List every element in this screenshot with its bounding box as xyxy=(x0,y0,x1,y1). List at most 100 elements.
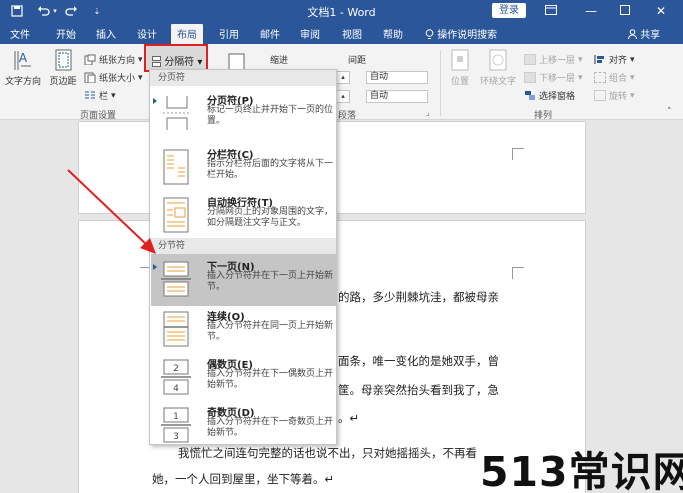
menu-item-column-break[interactable]: 分栏符(C) 指示分栏符后面的文字将从下一栏开始。 xyxy=(151,142,337,194)
tab-view[interactable]: 视图 xyxy=(342,26,362,41)
tab-file[interactable]: 文件 xyxy=(10,26,30,41)
size-button[interactable]: 纸张大小 ▾ xyxy=(84,71,143,84)
breaks-dropdown-menu: 分页符 分页符(P) 标记一页终止并开始下一页的位置。 分栏符(C) 指示分栏符… xyxy=(149,69,337,445)
continuous-break-icon xyxy=(163,311,189,347)
breaks-text: 分隔符 xyxy=(164,57,195,68)
margins-icon xyxy=(55,49,72,71)
breaks-button[interactable]: 分隔符 ▾ xyxy=(144,44,208,72)
rotate-icon xyxy=(594,90,606,101)
menu-item-desc: 分隔网页上的对象周围的文字，如分隔题注文字与正文。 xyxy=(207,207,334,228)
bring-forward-icon xyxy=(524,54,536,65)
selection-pane-button[interactable]: 选择窗格 xyxy=(524,89,575,102)
submenu-marker-icon xyxy=(153,98,157,104)
menu-item-text-wrapping-break[interactable]: 自动换行符(T) 分隔网页上的对象周围的文字，如分隔题注文字与正文。 xyxy=(151,190,337,242)
send-backward-button[interactable]: 下移一层 ▾ xyxy=(524,71,583,84)
tell-me-label: 操作说明搜索 xyxy=(437,30,498,41)
align-icon xyxy=(594,55,604,64)
menu-item-odd-page[interactable]: 13 奇数页(D) 插入分节符并在下一奇数页上开始新节。 xyxy=(151,400,337,452)
spacing-after-input[interactable]: 自动 xyxy=(366,90,428,103)
tab-mailings[interactable]: 邮件 xyxy=(260,26,280,41)
group-label: 组合 xyxy=(609,74,628,84)
group-button[interactable]: 组合 ▾ xyxy=(594,71,635,84)
save-icon[interactable] xyxy=(8,3,26,19)
share-button[interactable]: 共享 xyxy=(628,26,660,41)
indent-right-spinner[interactable]: ▴ xyxy=(336,71,350,84)
indent-left-spinner[interactable]: ▴ xyxy=(336,90,350,103)
menu-item-desc: 插入分节符并在下一页上开始新节。 xyxy=(207,271,334,292)
send-backward-label: 下移一层 xyxy=(539,74,576,84)
menu-item-desc: 插入分节符并在下一奇数页上开始新节。 xyxy=(207,417,334,438)
doc-line: 面条，唯一变化的是她双手，曾 xyxy=(338,354,499,368)
customize-icon[interactable]: ⇣ xyxy=(88,3,106,19)
tab-references[interactable]: 引用 xyxy=(219,26,239,41)
columns-button[interactable]: 栏 ▾ xyxy=(84,89,116,102)
breaks-icon xyxy=(152,56,161,67)
paragraph-dialog-launcher-icon[interactable]: ⌟ xyxy=(426,108,430,117)
person-icon xyxy=(628,29,637,40)
margins-label: 页边距 xyxy=(49,77,77,87)
text-direction-button[interactable]: A 文字方向 xyxy=(4,48,42,87)
rotate-label: 旋转 xyxy=(609,92,628,102)
collapse-ribbon-icon[interactable]: ˄ xyxy=(667,107,672,117)
text-direction-label: 文字方向 xyxy=(4,77,41,87)
arrange-group-label: 排列 xyxy=(534,111,553,121)
columns-icon xyxy=(85,91,95,99)
tab-layout[interactable]: 布局 xyxy=(171,24,203,44)
breaks-label: 分隔符 ▾ xyxy=(152,53,202,68)
crop-mark xyxy=(512,267,524,279)
text-direction-icon: A xyxy=(14,51,31,70)
menu-item-desc: 插入分节符并在下一偶数页上开始新节。 xyxy=(207,369,334,390)
tell-me-search[interactable]: 操作说明搜索 xyxy=(425,26,497,41)
close-icon[interactable]: ✕ xyxy=(646,0,676,22)
tab-help[interactable]: 帮助 xyxy=(383,26,403,41)
maximize-icon[interactable] xyxy=(610,0,640,22)
position-button[interactable]: 位置 xyxy=(446,48,474,87)
paragraph-group-label: 段落 xyxy=(338,111,357,121)
minimize-icon[interactable]: — xyxy=(576,0,606,22)
margins-button[interactable]: 页边距 xyxy=(46,48,80,87)
lightbulb-icon xyxy=(425,29,434,39)
rotate-button[interactable]: 旋转 ▾ xyxy=(594,89,635,102)
menu-item-desc: 插入分节符并在同一页上开始新节。 xyxy=(207,321,334,342)
position-icon xyxy=(451,49,469,71)
chevron-down-icon: ▾ xyxy=(630,72,635,83)
text-wrapping-break-icon xyxy=(163,197,189,233)
redo-icon[interactable] xyxy=(62,3,80,19)
submenu-marker-icon xyxy=(153,264,157,270)
orientation-icon xyxy=(84,54,96,65)
wrap-text-icon xyxy=(489,49,507,71)
svg-text:A: A xyxy=(19,51,28,65)
spacing-label: 间距 xyxy=(348,56,367,66)
ribbon-display-icon[interactable] xyxy=(536,0,566,22)
columns-label: 栏 xyxy=(99,92,109,102)
svg-text:1: 1 xyxy=(173,412,179,422)
menu-item-page-break[interactable]: 分页符(P) 标记一页终止并开始下一页的位置。 xyxy=(151,88,337,140)
group-icon xyxy=(594,72,606,83)
ribbon: A 文字方向 页边距 纸张方向 ▾ 纸张大小 ▾ 栏 ▾ 页面设置 缩进 间距 … xyxy=(0,44,683,121)
bring-forward-button[interactable]: 上移一层 ▾ xyxy=(524,53,583,66)
column-break-icon xyxy=(163,149,189,185)
login-button[interactable]: 登录 xyxy=(492,3,526,18)
chevron-down-icon: ▾ xyxy=(138,72,143,83)
chevron-down-icon: ▾ xyxy=(630,54,635,65)
tab-review[interactable]: 审阅 xyxy=(300,26,320,41)
orientation-button[interactable]: 纸张方向 ▾ xyxy=(84,53,143,66)
menu-item-desc: 指示分栏符后面的文字将从下一栏开始。 xyxy=(207,159,334,180)
spacing-before-input[interactable]: 自动 xyxy=(366,71,428,84)
orientation-label: 纸张方向 xyxy=(99,56,136,66)
share-label: 共享 xyxy=(640,30,661,41)
page-break-icon xyxy=(163,96,190,130)
wrap-text-button[interactable]: 环绕文字 xyxy=(476,48,520,87)
bring-forward-label: 上移一层 xyxy=(539,56,576,66)
menu-item-even-page[interactable]: 24 偶数页(E) 插入分节符并在下一偶数页上开始新节。 xyxy=(151,352,337,404)
svg-text:2: 2 xyxy=(173,364,179,374)
doc-line: 。↵ xyxy=(338,411,360,425)
menu-item-continuous[interactable]: 连续(O) 插入分节符并在同一页上开始新节。 xyxy=(151,304,337,356)
tab-insert[interactable]: 插入 xyxy=(96,26,116,41)
undo-dropdown-icon[interactable]: ▾ xyxy=(50,3,60,19)
align-button[interactable]: 对齐 ▾ xyxy=(594,53,635,66)
tab-design[interactable]: 设计 xyxy=(137,26,157,41)
tab-home[interactable]: 开始 xyxy=(56,26,76,41)
menu-item-next-page[interactable]: 下一页(N) 插入分节符并在下一页上开始新节。 xyxy=(151,254,337,306)
chevron-down-icon: ▾ xyxy=(138,54,143,65)
